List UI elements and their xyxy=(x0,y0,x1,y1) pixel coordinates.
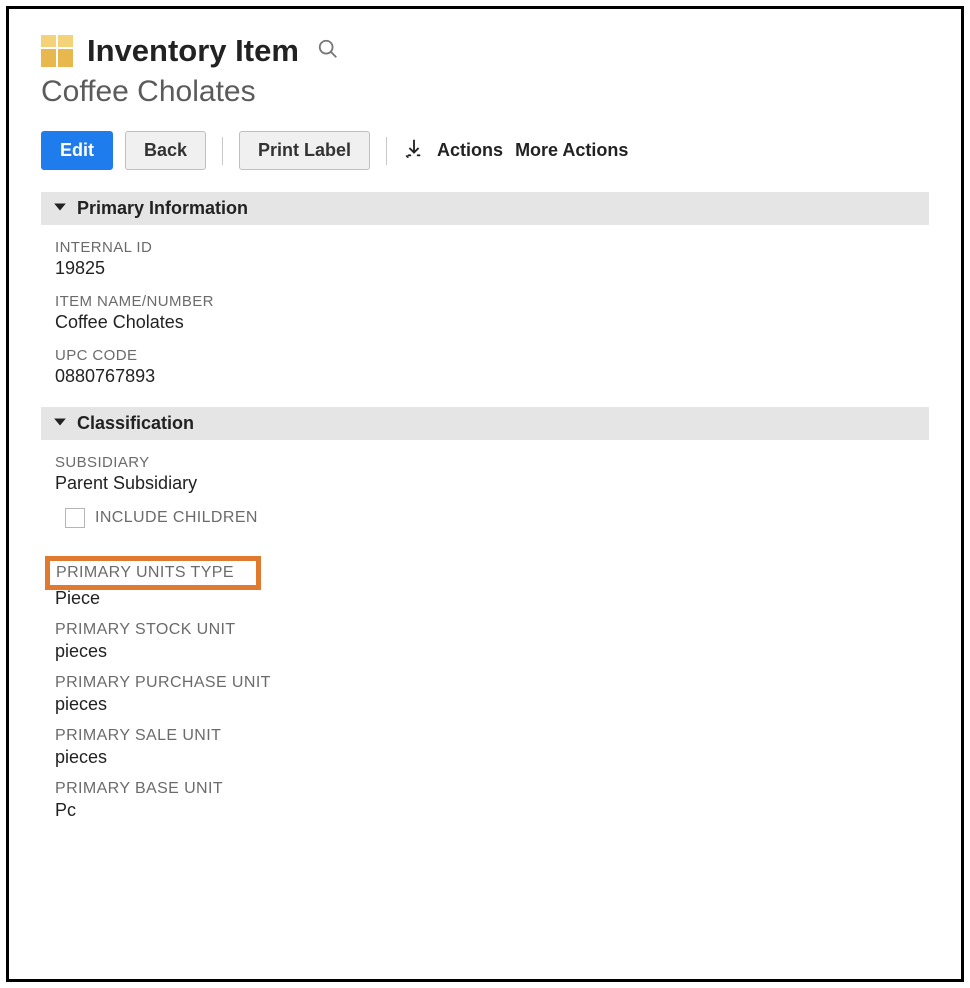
section-toggle-classification[interactable]: Classification xyxy=(41,407,929,440)
checkbox-unchecked-icon[interactable] xyxy=(65,508,85,528)
chevron-down-icon xyxy=(53,200,67,217)
field-label: SUBSIDIARY xyxy=(55,454,929,471)
highlight-box: PRIMARY UNITS TYPE xyxy=(45,556,261,590)
field-value: pieces xyxy=(55,641,929,662)
record-frame: Inventory Item Coffee Cholates Edit Back… xyxy=(6,6,964,982)
inventory-box-icon xyxy=(41,35,73,67)
field-primary-stock-unit: PRIMARY STOCK UNIT pieces xyxy=(55,621,929,662)
section-title: Classification xyxy=(77,413,194,434)
record-name: Coffee Cholates xyxy=(41,75,929,109)
back-button[interactable]: Back xyxy=(125,131,206,170)
field-item-name: ITEM NAME/NUMBER Coffee Cholates xyxy=(55,293,929,333)
page-header: Inventory Item xyxy=(41,33,929,69)
field-upc-code: UPC CODE 0880767893 xyxy=(55,347,929,387)
toolbar: Edit Back Print Label Actions More Actio… xyxy=(41,131,929,170)
section-title: Primary Information xyxy=(77,198,248,219)
expand-arrow-icon[interactable] xyxy=(403,137,425,164)
field-value: 0880767893 xyxy=(55,366,929,387)
field-primary-units-type: PRIMARY UNITS TYPE Piece xyxy=(55,556,929,609)
field-primary-sale-unit: PRIMARY SALE UNIT pieces xyxy=(55,727,929,768)
chevron-down-icon xyxy=(53,415,67,432)
field-value: Pc xyxy=(55,800,929,821)
field-primary-purchase-unit: PRIMARY PURCHASE UNIT pieces xyxy=(55,674,929,715)
field-label: INTERNAL ID xyxy=(55,239,929,256)
checkbox-label: INCLUDE CHILDREN xyxy=(95,509,258,527)
field-label: PRIMARY SALE UNIT xyxy=(55,727,929,745)
field-value: Coffee Cholates xyxy=(55,312,929,333)
field-label: PRIMARY BASE UNIT xyxy=(55,780,929,798)
field-value: 19825 xyxy=(55,258,929,279)
field-label: PRIMARY UNITS TYPE xyxy=(56,564,234,581)
units-section: PRIMARY UNITS TYPE Piece PRIMARY STOCK U… xyxy=(41,556,929,821)
field-label: PRIMARY STOCK UNIT xyxy=(55,621,929,639)
edit-button[interactable]: Edit xyxy=(41,131,113,170)
print-label-button[interactable]: Print Label xyxy=(239,131,370,170)
field-include-children: INCLUDE CHILDREN xyxy=(65,508,929,528)
field-subsidiary: SUBSIDIARY Parent Subsidiary xyxy=(55,454,929,494)
toolbar-divider xyxy=(386,137,387,165)
field-label: ITEM NAME/NUMBER xyxy=(55,293,929,310)
field-value: Piece xyxy=(55,588,929,609)
search-icon[interactable] xyxy=(317,38,339,65)
field-value: Parent Subsidiary xyxy=(55,473,929,494)
field-internal-id: INTERNAL ID 19825 xyxy=(55,239,929,279)
actions-menu[interactable]: Actions xyxy=(437,140,503,161)
field-value: pieces xyxy=(55,747,929,768)
toolbar-divider xyxy=(222,137,223,165)
field-primary-base-unit: PRIMARY BASE UNIT Pc xyxy=(55,780,929,821)
page-title: Inventory Item xyxy=(87,33,299,69)
field-value: pieces xyxy=(55,694,929,715)
field-label: UPC CODE xyxy=(55,347,929,364)
more-actions-menu[interactable]: More Actions xyxy=(515,140,628,161)
section-toggle-primary-information[interactable]: Primary Information xyxy=(41,192,929,225)
field-label: PRIMARY PURCHASE UNIT xyxy=(55,674,929,692)
